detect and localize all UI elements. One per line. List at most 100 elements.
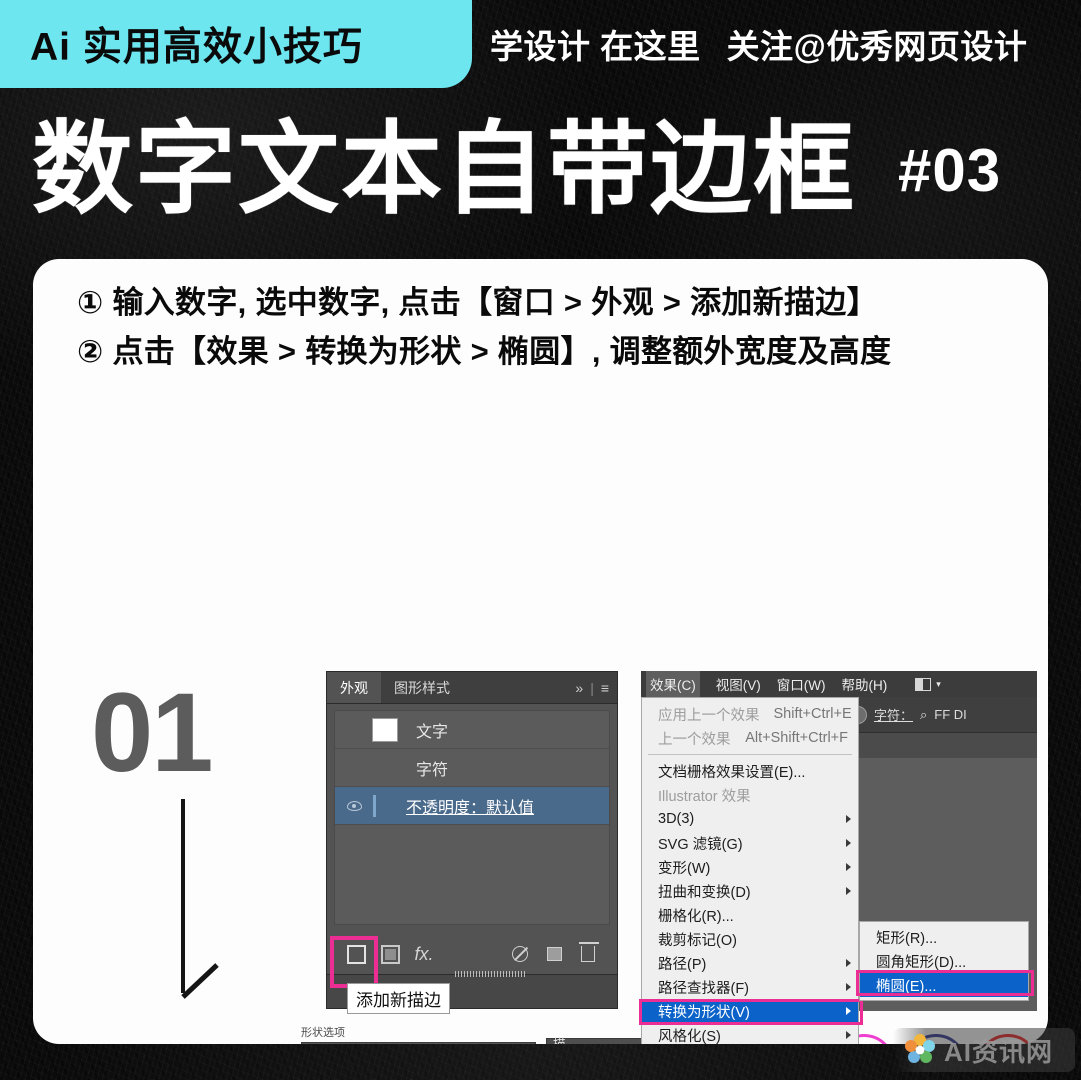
header-taglines: 学设计 在这里 关注@优秀网页设计 [490,0,1027,88]
effect-dropdown-menu[interactable]: 应用上一个效果 Shift+Ctrl+E 上一个效果 Alt+Shift+Ctr… [639,697,863,1044]
panel-menu-icon[interactable]: ≡ [601,680,609,696]
appearance-item-list: 文字 字符 不透明度：默认值 [334,710,610,925]
control-char-label: 字符： [874,708,914,723]
menu-effect[interactable]: 效果(C) [646,671,700,697]
panel-header-icons: » | ≡ [575,672,609,704]
menuitem-last-effect[interactable]: 上一个效果 Alt+Shift+Ctrl+F [642,726,858,750]
menuitem-label: 变形(W) [658,860,711,877]
series-badge-label: Ai 实用高效小技巧 [30,26,363,69]
series-badge: Ai 实用高效小技巧 [0,0,472,88]
submenu-arrow-icon [846,839,851,847]
menuitem-3d[interactable]: 3D(3) [642,807,858,831]
eye-icon[interactable] [346,800,362,811]
delete-item-icon[interactable] [571,942,605,962]
menu-bar: 效果(C) 视图(V) 窗口(W) 帮助(H) ▾ [641,671,1037,697]
watermark: AI资讯网 [893,1028,1075,1072]
highlight-convert-to-shape [639,999,863,1025]
control-bar: 字符： ⌕ FF DI [841,697,1037,733]
menuitem-label: 3D(3) [658,811,695,827]
duplicate-item-icon[interactable] [537,947,571,961]
menuitem-label: 栅格化(R)... [658,908,734,925]
tab-graphic-styles[interactable]: 图形样式 [381,672,463,703]
issue-number: #03 [898,136,1002,204]
submenu-arrow-icon [846,959,851,967]
appearance-row-type[interactable]: 文字 [335,711,609,749]
stroke-label: 描边： [553,1037,566,1044]
appearance-row-label: 字符 [416,761,449,779]
submenu-arrow-icon [846,815,851,823]
watermark-text: AI资讯网 [944,1036,1054,1067]
shape-options-dialog[interactable]: 形状选项 形状 (S)： 椭圆 ▾ 选项 大小： 绝对 (A) [301,1024,536,1044]
appearance-row-character[interactable]: 字符 [335,749,609,787]
tagline-follow-account: 关注@优秀网页设计 [726,28,1028,65]
appearance-row-label: 文字 [416,723,449,741]
arrow-down-icon [181,799,219,999]
menuitem-rasterize[interactable]: 栅格化(R)... [642,903,858,927]
dialog-body: 形状 (S)： 椭圆 ▾ 选项 大小： 绝对 (A) 相对 (R) [301,1042,536,1044]
menuitem-svg-filters[interactable]: SVG 滤镜(G) [642,831,858,855]
menuitem-stylize[interactable]: 风格化(S) [642,1023,858,1044]
title-row: 数字文本自带边框 #03 [0,100,1081,240]
menu-window[interactable]: 窗口(W) [777,674,826,694]
divider: | [590,680,594,696]
tooltip-add-new-stroke: 添加新描边 [347,983,450,1014]
menuitem-label: 上一个效果 [658,731,731,748]
tagline-learn-design: 学设计 在这里 [490,28,701,65]
menuitem-distort-transform[interactable]: 扭曲和变换(D) [642,879,858,903]
appearance-row-opacity[interactable]: 不透明度：默认值 [335,787,609,825]
collapse-icon[interactable]: » [575,680,583,696]
menuitem-warp[interactable]: 变形(W) [642,855,858,879]
menu-view[interactable]: 视图(V) [716,674,761,694]
highlight-ellipse [856,970,1034,996]
menuitem-document-raster-settings[interactable]: 文档栅格效果设置(E)... [642,759,858,783]
submenu-arrow-icon [846,887,851,895]
step-1: ① 输入数字, 选中数字, 点击【窗口 > 外观 > 添加新描边】 [77,285,878,320]
poster-background: Ai 实用高效小技巧 学设计 在这里 关注@优秀网页设计 数字文本自带边框 #0… [0,0,1081,1080]
menuitem-crop-marks[interactable]: 裁剪标记(O) [642,927,858,951]
chevron-down-icon[interactable]: ▾ [936,679,941,690]
menuitem-illustrator-effects-header: Illustrator 效果 [642,783,858,807]
menuitem-label: 圆角矩形(D)... [876,954,967,971]
menuitem-path[interactable]: 路径(P) [642,951,858,975]
search-icon[interactable]: ⌕ [920,707,927,723]
menuitem-apply-last-effect[interactable]: 应用上一个效果 Shift+Ctrl+E [642,702,858,726]
submenu-rectangle[interactable]: 矩形(R)... [860,925,1028,949]
header: Ai 实用高效小技巧 学设计 在这里 关注@优秀网页设计 [0,0,1081,92]
menuitem-label: 扭曲和变换(D) [658,884,751,901]
appearance-row-label: 不透明度：默认值 [406,799,535,817]
menuitem-label: 风格化(S) [658,1028,721,1045]
menuitem-label: 路径查找器(F) [658,980,750,997]
clear-appearance-icon[interactable] [503,946,537,962]
tab-appearance[interactable]: 外观 [327,672,381,703]
workspace-switcher[interactable]: ▾ [915,677,941,691]
add-new-fill-icon[interactable] [373,944,407,964]
flower-logo-icon [905,1034,935,1063]
submenu-arrow-icon [846,1031,851,1039]
step-2: ② 点击【效果 > 转换为形状 > 椭圆】, 调整额外宽度及高度 [77,333,892,369]
menuitem-label: 路径(P) [658,956,707,973]
submenu-arrow-icon [846,983,851,991]
submenu-arrow-icon [846,863,851,871]
menuitem-pathfinder[interactable]: 路径查找器(F) [642,975,858,999]
menu-help[interactable]: 帮助(H) [841,674,887,694]
layout-icon [915,677,932,691]
steps-list: ① 输入数字, 选中数字, 点击【窗口 > 外观 > 添加新描边】 ② 点击【效… [77,283,1017,380]
add-new-effect-icon[interactable]: fx. [407,944,441,965]
menuitem-label: SVG 滤镜(G) [658,836,743,853]
menu-separator [648,754,852,755]
menuitem-convert-to-shape[interactable]: 转换为形状(V) [639,999,863,1025]
content-card: ① 输入数字, 选中数字, 点击【窗口 > 外观 > 添加新描边】 ② 点击【效… [33,259,1048,1044]
convert-to-shape-submenu[interactable]: 矩形(R)... 圆角矩形(D)... 椭圆(E)... [856,921,1034,1001]
menuitem-label: 矩形(R)... [876,930,938,947]
dialog-title: 形状选项 [301,1027,345,1039]
appearance-panel[interactable]: 外观 图形样式 » | ≡ 文字 字符 不透明度：默认值 fx. 添加新描边 [326,671,618,1014]
font-value[interactable]: FF DI [934,707,967,722]
fill-swatch-icon[interactable] [372,717,398,742]
visibility-toggle[interactable] [339,800,369,811]
step-one-big-number: 01 [91,670,214,795]
appearance-tabbar: 外观 图形样式 » | ≡ [327,672,617,704]
menuitem-shortcut: Alt+Shift+Ctrl+F [745,730,848,746]
effects-menu-screenshot[interactable]: 效果(C) 视图(V) 窗口(W) 帮助(H) ▾ 字符： ⌕ FF DI 应用… [639,671,1037,1044]
menuitem-label: Illustrator 效果 [658,788,751,805]
menuitem-label: 文档栅格效果设置(E)... [658,764,806,781]
